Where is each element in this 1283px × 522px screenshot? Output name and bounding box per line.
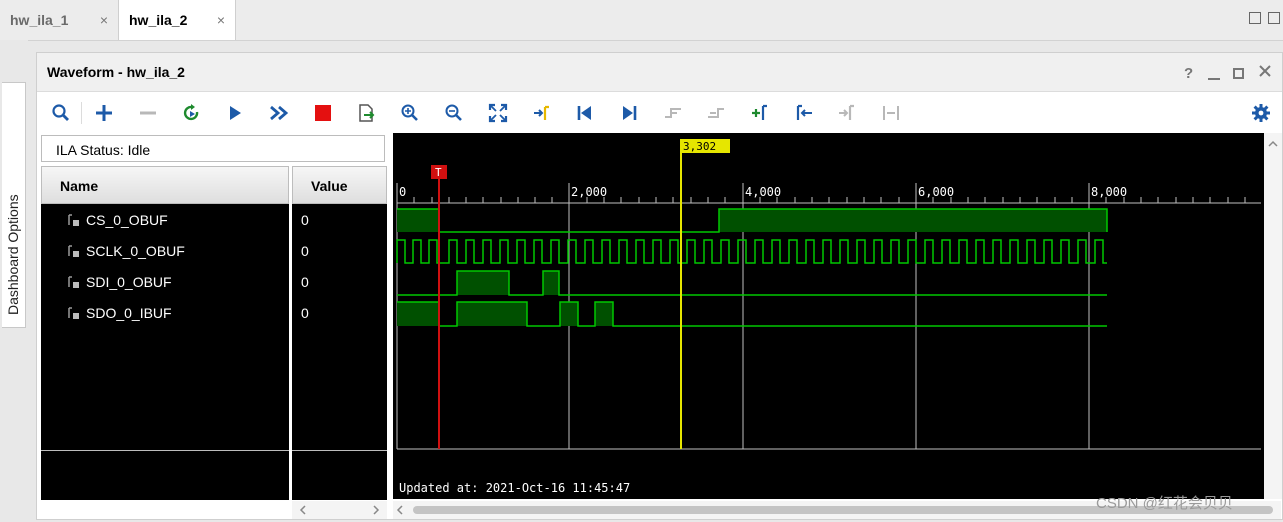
signal-value: 0 (301, 242, 309, 259)
minimize-icon[interactable] (1208, 78, 1220, 80)
waveform-title: Waveform - hw_ila_2 (47, 64, 185, 80)
run-all-icon[interactable] (266, 100, 292, 126)
editor-tab-strip: hw_ila_1 × hw_ila_2 × (0, 0, 1283, 41)
waveform-window: Waveform - hw_ila_2 ? ILA Status: Idle N… (36, 52, 1283, 520)
value-panel-divider (292, 450, 387, 451)
add-icon[interactable] (91, 100, 117, 126)
zoom-fit-icon[interactable] (485, 100, 511, 126)
vertical-scrollbar[interactable] (1264, 133, 1282, 499)
dashboard-options-tab[interactable]: Dashboard Options (2, 82, 26, 328)
name-panel-divider (41, 450, 289, 451)
signal-icon (67, 213, 81, 227)
time-tick-label: 2,000 (571, 185, 607, 199)
signal-icon (67, 306, 81, 320)
signal-row[interactable]: SDI_0_OBUF (67, 266, 172, 297)
waveform-trace-sdi (397, 270, 1107, 296)
waveform-toolbar (37, 92, 1282, 132)
toolbar-separator (81, 102, 82, 124)
help-icon[interactable]: ? (1184, 65, 1193, 82)
time-tick-label: 0 (399, 185, 406, 199)
value-column-header[interactable]: Value (292, 166, 387, 204)
settings-icon[interactable] (1248, 100, 1274, 126)
go-to-start-icon[interactable] (572, 100, 598, 126)
close-icon[interactable] (1258, 64, 1272, 82)
swap-cursors-icon[interactable] (878, 100, 904, 126)
signal-name: SDI_0_OBUF (86, 273, 172, 290)
tab-hw-ila-2[interactable]: hw_ila_2 × (118, 0, 236, 40)
side-panel: Dashboard Options (0, 40, 28, 520)
stop-icon[interactable] (310, 100, 336, 126)
signal-name: SCLK_0_OBUF (86, 242, 185, 259)
scroll-right-icon (373, 505, 380, 515)
waveform-trace-sdo (397, 301, 1107, 327)
dashboard-options-label: Dashboard Options (5, 194, 21, 315)
close-icon[interactable]: × (100, 12, 108, 28)
waveform-title-bar: Waveform - hw_ila_2 ? (37, 53, 1282, 92)
maximize-icon[interactable] (1233, 68, 1244, 79)
tab-label: hw_ila_1 (10, 11, 69, 28)
zoom-out-icon[interactable] (441, 100, 467, 126)
tab-label: hw_ila_2 (129, 12, 188, 28)
search-icon[interactable] (48, 100, 74, 126)
signal-value: 0 (301, 273, 309, 290)
add-marker-icon[interactable] (747, 100, 773, 126)
go-to-cursor-icon[interactable] (529, 100, 555, 126)
scroll-left-icon (396, 505, 403, 515)
signal-row[interactable]: SCLK_0_OBUF (67, 235, 185, 266)
prev-transition-icon[interactable] (660, 100, 686, 126)
scroll-left-icon (299, 505, 306, 515)
refresh-icon[interactable] (179, 100, 205, 126)
time-tick-label: 4,000 (745, 185, 781, 199)
name-column-header[interactable]: Name (41, 166, 289, 204)
scroll-up-icon (1268, 140, 1278, 147)
tab-hw-ila-1[interactable]: hw_ila_1 × (0, 0, 118, 39)
name-panel-scrollbar[interactable] (292, 501, 387, 519)
cursor-label: 3,302 (683, 140, 716, 153)
signal-value: 0 (301, 211, 309, 228)
signal-value: 0 (301, 304, 309, 321)
time-tick-label: 8,000 (1091, 185, 1127, 199)
signal-name: CS_0_OBUF (86, 211, 168, 228)
signal-name: SDO_0_IBUF (86, 304, 172, 321)
export-icon[interactable] (353, 100, 379, 126)
waveform-trace-cs (397, 208, 1108, 233)
close-icon[interactable]: × (217, 12, 225, 28)
prev-marker-icon[interactable] (791, 100, 817, 126)
updated-timestamp: Updated at: 2021-Oct-16 11:45:47 (399, 481, 631, 495)
signal-icon (67, 244, 81, 258)
signal-row[interactable]: SDO_0_IBUF (67, 297, 172, 328)
next-transition-icon[interactable] (703, 100, 729, 126)
waveform-canvas[interactable]: 0 2,000 4,000 6,000 8,000 T 3,302 Update… (393, 133, 1281, 499)
remove-icon[interactable] (135, 100, 161, 126)
signal-row[interactable]: CS_0_OBUF (67, 204, 168, 235)
next-marker-icon[interactable] (834, 100, 860, 126)
zoom-in-icon[interactable] (397, 100, 423, 126)
ila-status: ILA Status: Idle (41, 135, 385, 162)
go-to-end-icon[interactable] (616, 100, 642, 126)
restore-icon[interactable] (1249, 12, 1261, 24)
maximize-icon[interactable] (1268, 12, 1280, 24)
trigger-label: T (435, 166, 442, 179)
signal-icon (67, 275, 81, 289)
time-tick-label: 6,000 (918, 185, 954, 199)
watermark: CSDN @红花会贝贝 (1096, 495, 1233, 512)
waveform-trace-sclk (396, 239, 1107, 264)
run-icon[interactable] (222, 100, 248, 126)
